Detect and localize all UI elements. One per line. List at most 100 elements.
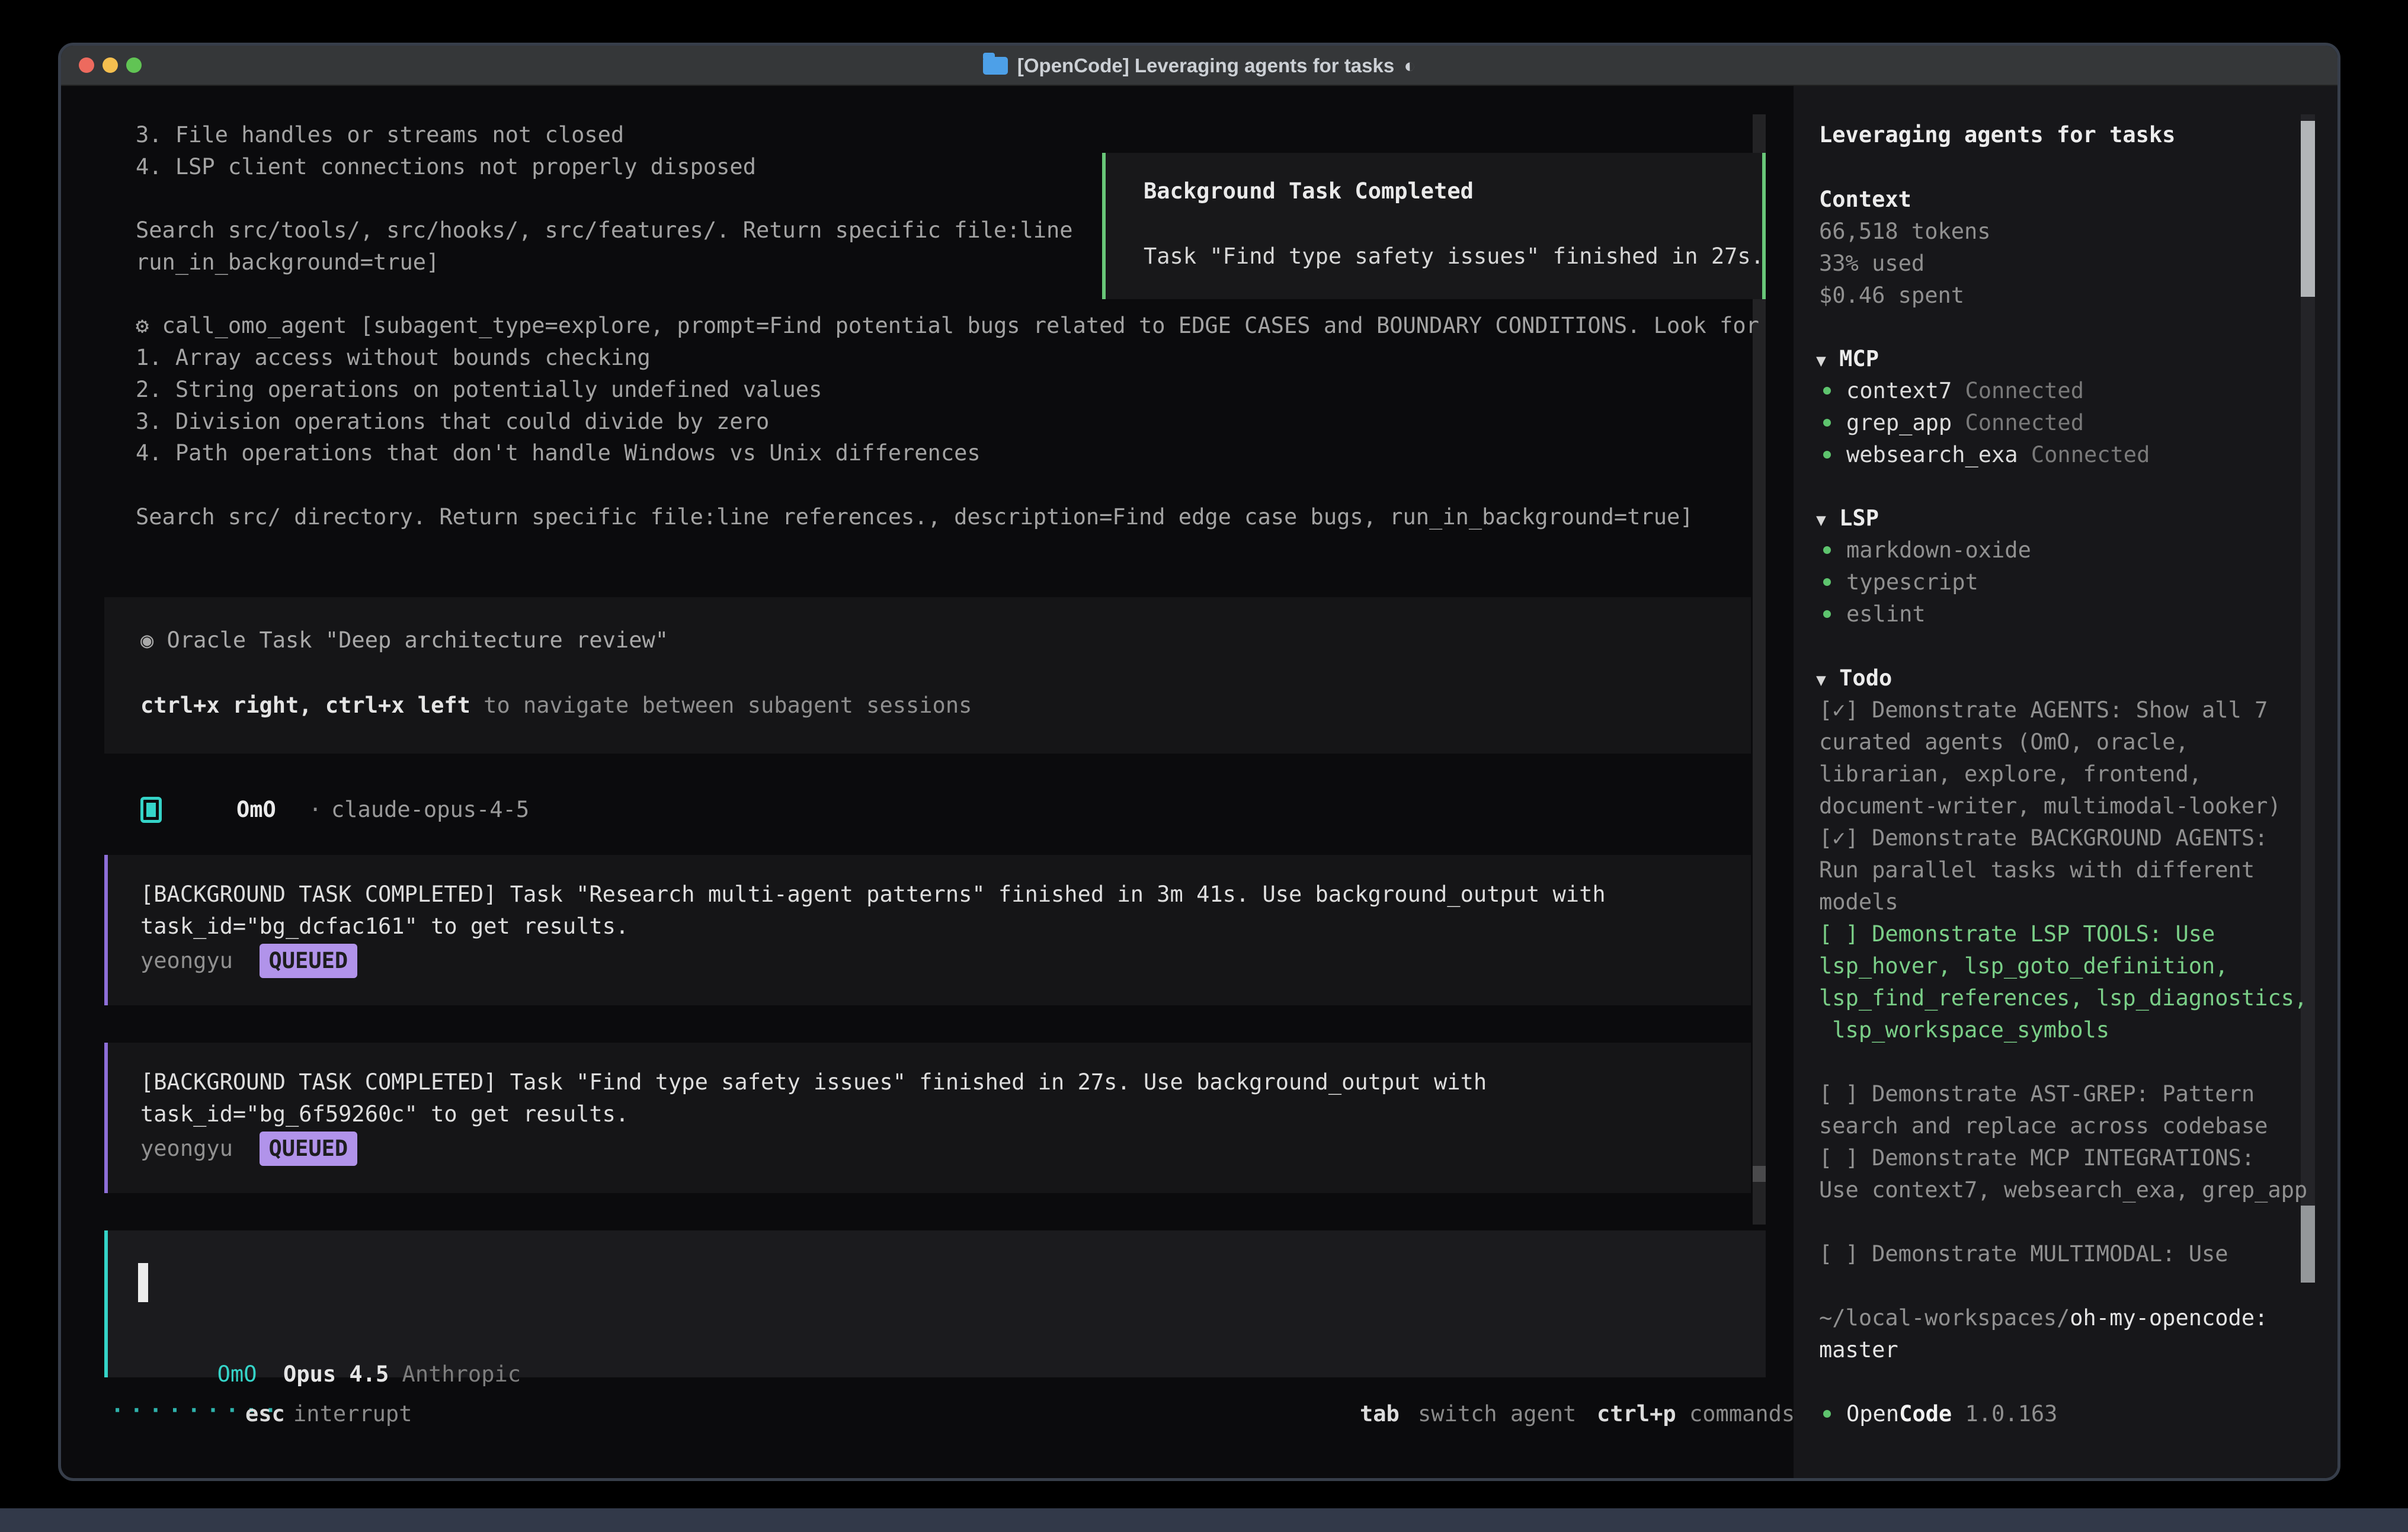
tab-key-hint: tab	[1360, 1398, 1400, 1430]
terminal-line: 2. String operations on potentially unde…	[136, 374, 822, 406]
context-used: 33% used	[1819, 248, 1925, 280]
context-tokens: 66,518 tokens	[1819, 216, 1991, 248]
agent-icon	[140, 797, 162, 823]
input-model-label[interactable]: Opus 4.5	[283, 1361, 389, 1387]
terminal-line: 3. Division operations that could divide…	[136, 406, 769, 438]
todo-item-line: Use context7, websearch_exa, grep_app	[1819, 1174, 2307, 1206]
background-task-notification[interactable]: Background Task Completed Task "Find typ…	[1102, 153, 1766, 299]
bullet-icon	[1823, 387, 1831, 395]
session-title: Leveraging agents for tasks	[1819, 119, 2175, 151]
app-name-bold: Code	[1899, 1401, 1952, 1427]
esc-key-label: interrupt	[293, 1398, 412, 1430]
todo-item-line: curated agents (OmO, oracle,	[1819, 726, 2189, 758]
shortcut-keys: ctrl+x right, ctrl+x left	[140, 693, 470, 718]
agent-icon-fill	[146, 803, 156, 817]
cmd-key-hint: ctrl+p	[1597, 1398, 1676, 1430]
task-message-meta: yeongyu QUEUED	[140, 1132, 357, 1166]
todo-item-line-active: [ ] Demonstrate LSP TOOLS: Use	[1819, 918, 2215, 950]
todo-item-line: [ ] Demonstrate AST-GREP: Pattern	[1819, 1078, 2255, 1110]
dock-strip	[0, 1508, 2408, 1532]
chevron-down-icon: ▼	[1816, 510, 1826, 530]
tab-key-label: switch agent	[1418, 1398, 1576, 1430]
chevron-down-icon: ▼	[1816, 351, 1826, 370]
queued-badge: QUEUED	[260, 944, 358, 978]
esc-key-hint: esc	[245, 1398, 285, 1430]
oracle-task-box: ◉ Oracle Task "Deep architecture review"…	[104, 597, 1751, 754]
tool-call-line: ⚙ call_omo_agent [subagent_type=explore,…	[136, 310, 1759, 342]
username: yeongyu	[140, 948, 233, 973]
terminal-line: Search src/ directory. Return specific f…	[136, 501, 1693, 533]
window-title: [OpenCode] Leveraging agents for tasks ◐	[61, 46, 2337, 86]
todo-item-line-active: lsp_workspace_symbols	[1819, 1014, 2109, 1046]
lsp-section-heading[interactable]: ▼ LSP	[1816, 502, 1879, 536]
titlebar: [OpenCode] Leveraging agents for tasks ◐	[61, 46, 2337, 86]
task-message-line2: task_id="bg_6f59260c" to get results.	[140, 1098, 629, 1130]
bullet-icon	[1823, 578, 1831, 586]
oracle-task-title: ◉ Oracle Task "Deep architecture review"	[140, 624, 668, 656]
mcp-item-status: Connected	[1965, 378, 2084, 403]
mcp-item-status: Connected	[2031, 442, 2150, 467]
oracle-task-hint: ctrl+x right, ctrl+x left to navigate be…	[140, 690, 972, 722]
lsp-item: typescript	[1846, 566, 1978, 598]
status-bar: ········· esc interrupt tab switch agent…	[61, 1398, 1779, 1430]
todo-section-heading[interactable]: ▼ Todo	[1816, 662, 1892, 696]
task-message-line1: [BACKGROUND TASK COMPLETED] Task "Find t…	[140, 1066, 1487, 1098]
chevron-down-icon: ▼	[1816, 670, 1826, 690]
queued-badge: QUEUED	[260, 1132, 358, 1166]
todo-item-line: [ ] Demonstrate MCP INTEGRATIONS:	[1819, 1142, 2255, 1174]
terminal-scrollbar-thumb[interactable]	[1753, 1166, 1766, 1182]
username: yeongyu	[140, 1136, 233, 1161]
bullet-icon	[1823, 419, 1831, 427]
mcp-section-heading[interactable]: ▼ MCP	[1816, 343, 1879, 377]
mcp-item-name: grep_app	[1846, 410, 1952, 435]
shortcut-hint: to navigate between subagent sessions	[470, 693, 972, 718]
terminal-line: 1. Array access without bounds checking	[136, 342, 651, 374]
workspace-path: ~/local-workspaces/oh-my-opencode:	[1819, 1302, 2268, 1334]
sidebar-scrollbar-thumb[interactable]	[2301, 121, 2315, 297]
bullet-icon	[1823, 546, 1831, 554]
sidebar: Leveraging agents for tasks Context 66,5…	[1794, 86, 2340, 1481]
terminal-line: run_in_background=true]	[136, 246, 439, 278]
task-message-box: [BACKGROUND TASK COMPLETED] Task "Resear…	[104, 855, 1751, 1005]
session-moon-icon: ◐	[1404, 55, 1416, 77]
app-version: 1.0.163	[1952, 1401, 2057, 1427]
mcp-item-status: Connected	[1965, 410, 2084, 435]
version-row: OpenCode 1.0.163	[1846, 1398, 2057, 1430]
todo-item-line: document-writer, multimodal-looker)	[1819, 790, 2281, 822]
prompt-input[interactable]: OmO Opus 4.5 Anthropic	[104, 1230, 1766, 1377]
lsp-heading-text: LSP	[1839, 505, 1879, 531]
task-message-meta: yeongyu QUEUED	[140, 944, 357, 978]
task-message-line1: [BACKGROUND TASK COMPLETED] Task "Resear…	[140, 879, 1606, 911]
mcp-item-name: context7	[1846, 378, 1952, 403]
context-heading: Context	[1819, 184, 1911, 216]
input-agent-label[interactable]: OmO	[217, 1361, 257, 1387]
todo-item-line: Run parallel tasks with different	[1819, 854, 2255, 886]
agent-model: claude-opus-4-5	[331, 794, 529, 826]
workspace-branch: master	[1819, 1334, 1898, 1366]
mcp-heading-text: MCP	[1839, 346, 1879, 371]
todo-heading-text: Todo	[1839, 665, 1892, 691]
gear-icon: ⚙	[136, 313, 149, 338]
mcp-item: websearch_exa Connected	[1846, 439, 2150, 471]
window-title-text: [OpenCode] Leveraging agents for tasks	[1017, 55, 1394, 77]
notification-body: Task "Find type safety issues" finished …	[1144, 241, 1764, 273]
terminal-window: [OpenCode] Leveraging agents for tasks ◐…	[58, 43, 2340, 1481]
app-name-light: Open	[1846, 1401, 1899, 1427]
todo-scrollbar-thumb[interactable]	[2301, 1206, 2315, 1283]
todo-item-line: [ ] Demonstrate MULTIMODAL: Use	[1819, 1238, 2228, 1270]
workspace-path-prefix: ~/local-workspaces/	[1819, 1305, 2070, 1331]
terminal-line: 4. LSP client connections not properly d…	[136, 151, 756, 183]
todo-item-line-active: lsp_hover, lsp_goto_definition,	[1819, 950, 2228, 982]
todo-item-line: librarian, explore, frontend,	[1819, 758, 2202, 790]
todo-item-line: models	[1819, 886, 1898, 918]
lsp-item: markdown-oxide	[1846, 534, 2031, 566]
lsp-item: eslint	[1846, 598, 1926, 630]
task-message-box: [BACKGROUND TASK COMPLETED] Task "Find t…	[104, 1043, 1751, 1193]
cmd-key-label: commands	[1689, 1398, 1795, 1430]
mcp-item: context7 Connected	[1846, 375, 2084, 407]
terminal-line: Search src/tools/, src/hooks/, src/featu…	[136, 214, 1073, 246]
agent-name: OmO	[236, 794, 276, 826]
bullet-icon	[1823, 1410, 1831, 1418]
mcp-item-name: websearch_exa	[1846, 442, 2018, 467]
todo-item-line: [✓] Demonstrate AGENTS: Show all 7	[1819, 694, 2268, 726]
